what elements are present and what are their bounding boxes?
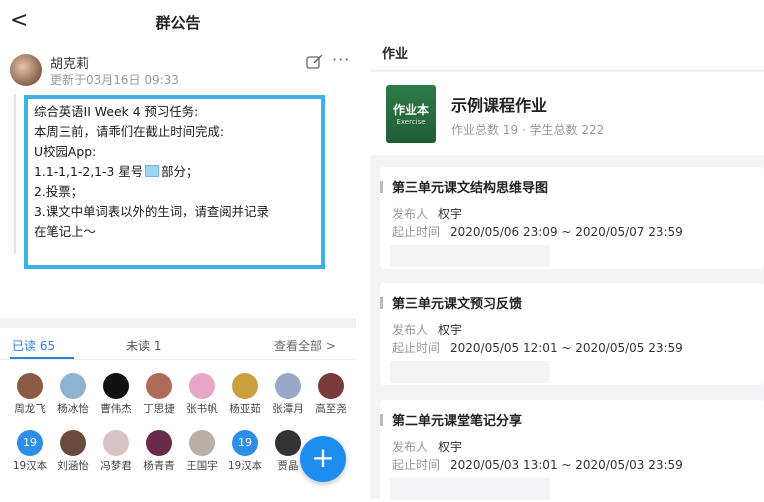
- header: 作业: [370, 0, 764, 71]
- assignment-title: 第三单元课文预习反馈: [392, 297, 523, 312]
- poster-name: 胡克莉: [50, 57, 90, 72]
- more-icon[interactable]: ···: [332, 50, 350, 69]
- member-name: 刘涵怡: [57, 460, 89, 472]
- member-avatar[interactable]: [60, 373, 86, 399]
- assignment-title: 第二单元课堂笔记分享: [392, 414, 523, 429]
- panel-title: 作业: [382, 47, 409, 62]
- publisher-value: 权宇: [438, 323, 463, 337]
- accent-bar: [380, 181, 383, 193]
- member-name: 王国宇: [186, 460, 218, 472]
- notice-line: 3.课文中单词表以外的生词，请查阅并记录: [34, 204, 269, 219]
- member-name: 杨青青: [143, 460, 175, 472]
- tab-unread[interactable]: 未读 1: [126, 337, 161, 354]
- assignment-card[interactable]: 第三单元课文结构思维导图 发布人 权宇 起止时间 2020/05/06 23:09 …: [380, 167, 764, 269]
- period-row: 起止时间 2020/05/03 13:01 ~ 2020/05/03 23:59: [392, 456, 683, 473]
- course-name: 示例课程作业: [451, 96, 548, 115]
- publisher-value: 权宇: [438, 207, 463, 221]
- tab-read[interactable]: 已读 65: [12, 337, 55, 354]
- member-name: 丁思捷: [143, 403, 175, 415]
- member-avatar[interactable]: [103, 430, 129, 456]
- member-avatar[interactable]: [146, 430, 172, 456]
- publisher-label: 发布人: [392, 323, 429, 337]
- period-row: 起止时间 2020/05/05 12:01 ~ 2020/05/05 23:59: [392, 339, 683, 356]
- accent-bar: [380, 414, 383, 426]
- member-name: 张书帆: [186, 403, 218, 415]
- publisher-value: 权宇: [438, 440, 463, 454]
- notice-line: 在笔记上～: [34, 224, 96, 239]
- publisher-label: 发布人: [392, 440, 429, 454]
- notice-line: 综合英语II Week 4 预习任务:: [34, 104, 199, 119]
- divider: [0, 359, 356, 360]
- notice-content: 综合英语II Week 4 预习任务: 本周三前，请乖们在截止时间完成: U校园…: [24, 95, 325, 269]
- member-name: 19汉本: [12, 460, 48, 472]
- course-summary[interactable]: 作业本 Exercise 示例课程作业 作业总数 19 · 学生总数 222: [370, 72, 764, 155]
- publisher-row: 发布人 权宇: [392, 321, 462, 338]
- book-sublabel: Exercise: [396, 118, 426, 126]
- placeholder-block: [390, 361, 550, 383]
- notice-line-text: 1.1-1,1-2,1-3 星号: [34, 164, 144, 179]
- placeholder-block: [390, 478, 550, 500]
- member-name: 杨冰怡: [57, 403, 89, 415]
- member-name: 高至尧: [315, 403, 347, 415]
- accent-bar: [380, 297, 383, 309]
- member-name: 19汉本: [227, 460, 263, 472]
- member-avatar[interactable]: 19: [17, 430, 43, 456]
- member-avatar[interactable]: [146, 373, 172, 399]
- divider: [14, 94, 16, 254]
- placeholder-block: [390, 245, 550, 267]
- panel-gap: [356, 0, 370, 499]
- page-title: 群公告: [155, 14, 201, 32]
- period-value: 2020/05/06 23:09 ~ 2020/05/07 23:59: [450, 225, 683, 239]
- member-avatar[interactable]: [17, 373, 43, 399]
- member-name: 冯梦君: [100, 460, 132, 472]
- member-avatar[interactable]: [189, 430, 215, 456]
- notice-line: U校园App:: [34, 144, 97, 159]
- assignment-card[interactable]: 第三单元课文预习反馈 发布人 权宇 起止时间 2020/05/05 12:01 ~ …: [380, 283, 764, 385]
- star-emoji-icon: [145, 165, 160, 177]
- member-name: 杨亚茹: [229, 403, 261, 415]
- member-avatar[interactable]: [275, 430, 301, 456]
- edit-icon[interactable]: [306, 54, 324, 70]
- poster-avatar[interactable]: [10, 54, 42, 86]
- notice-line: 本周三前，请乖们在截止时间完成:: [34, 124, 225, 139]
- member-avatar[interactable]: [60, 430, 86, 456]
- notice-line: 1.1-1,1-2,1-3 星号 部分；: [34, 162, 315, 182]
- member-name: 张潭月: [272, 403, 304, 415]
- section-gap: [0, 318, 356, 328]
- member-name: 周龙飞: [14, 403, 46, 415]
- assignment-title: 第三单元课文结构思维导图: [392, 181, 549, 196]
- period-value: 2020/05/05 12:01 ~ 2020/05/05 23:59: [450, 341, 683, 355]
- period-label: 起止时间: [392, 225, 441, 239]
- member-avatar[interactable]: [232, 373, 258, 399]
- period-row: 起止时间 2020/05/06 23:09 ~ 2020/05/07 23:59: [392, 223, 683, 240]
- exercise-book-icon: 作业本 Exercise: [386, 85, 436, 143]
- notice-line: 2.投票；: [34, 184, 83, 199]
- group-notice-panel: < 群公告 胡克莉 更新于03月16日 09:33 ··· 综合英语II Wee…: [0, 0, 356, 499]
- publisher-row: 发布人 权宇: [392, 205, 462, 222]
- member-avatar[interactable]: [189, 373, 215, 399]
- publisher-row: 发布人 权宇: [392, 438, 462, 455]
- notice-line-suffix: 部分；: [161, 164, 199, 179]
- add-button[interactable]: +: [300, 436, 346, 482]
- book-label: 作业本: [392, 103, 429, 117]
- assignment-card[interactable]: 第二单元课堂笔记分享 发布人 权宇 起止时间 2020/05/03 13:01 ~ …: [380, 400, 764, 502]
- homework-panel: 作业 作业本 Exercise 示例课程作业 作业总数 19 · 学生总数 22…: [370, 0, 764, 502]
- member-avatar[interactable]: [103, 373, 129, 399]
- period-label: 起止时间: [392, 341, 441, 355]
- member-avatar[interactable]: [275, 373, 301, 399]
- top-bar: < 群公告: [0, 0, 356, 44]
- publisher-label: 发布人: [392, 207, 429, 221]
- member-avatar[interactable]: [318, 373, 344, 399]
- view-all-link[interactable]: 查看全部 >: [274, 337, 336, 354]
- member-avatar[interactable]: 19: [232, 430, 258, 456]
- course-meta: 作业总数 19 · 学生总数 222: [451, 123, 605, 137]
- member-name: 曹伟杰: [100, 403, 132, 415]
- period-label: 起止时间: [392, 458, 441, 472]
- update-time: 更新于03月16日 09:33: [50, 73, 179, 87]
- period-value: 2020/05/03 13:01 ~ 2020/05/03 23:59: [450, 458, 683, 472]
